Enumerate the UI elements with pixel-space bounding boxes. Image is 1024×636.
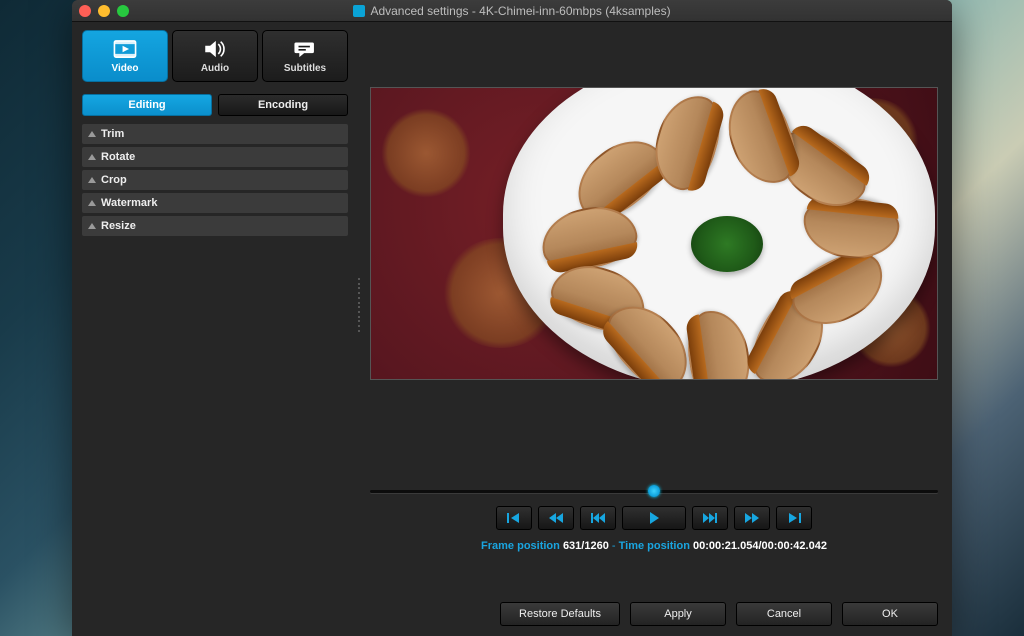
playback-status: Frame position 631/1260 - Time position … <box>370 540 938 552</box>
preview-area <box>370 87 938 380</box>
time-position-value: 00:00:21.054/00:00:42.042 <box>693 540 827 552</box>
play-icon <box>647 512 661 524</box>
window-title: Advanced settings - 4K-Chimei-inn-60mbps… <box>370 4 670 18</box>
step-back-icon <box>589 512 607 524</box>
cancel-button[interactable]: Cancel <box>736 602 832 626</box>
chevron-up-icon <box>88 131 96 137</box>
skip-end-icon <box>785 512 803 524</box>
time-position-label: Time position <box>619 540 690 552</box>
tab-audio[interactable]: Audio <box>172 30 258 82</box>
accordion-rotate[interactable]: Rotate <box>82 147 348 167</box>
frame-position-value: 631/1260 <box>563 540 609 552</box>
window-maximize-button[interactable] <box>117 5 129 17</box>
frame-position-label: Frame position <box>481 540 560 552</box>
window-close-button[interactable] <box>79 5 91 17</box>
tab-video[interactable]: Video <box>82 30 168 82</box>
fast-forward-button[interactable] <box>734 506 770 530</box>
accordion-resize[interactable]: Resize <box>82 216 348 236</box>
go-to-end-button[interactable] <box>776 506 812 530</box>
chevron-up-icon <box>88 154 96 160</box>
apply-button[interactable]: Apply <box>630 602 726 626</box>
dialog-footer: Restore Defaults Apply Cancel OK <box>500 602 938 626</box>
playback-controls <box>370 506 938 530</box>
tab-subtitles[interactable]: Subtitles <box>262 30 348 82</box>
timeline-thumb[interactable] <box>648 485 660 497</box>
skip-start-icon <box>505 512 523 524</box>
accordion: Trim Rotate Crop Watermark Resize <box>82 124 348 236</box>
sidebar: Video Audio Subtitles <box>72 22 358 636</box>
subtab-encoding[interactable]: Encoding <box>218 94 348 116</box>
accordion-label: Crop <box>101 174 127 186</box>
accordion-label: Resize <box>101 220 136 232</box>
ok-button[interactable]: OK <box>842 602 938 626</box>
window-body: Video Audio Subtitles <box>72 22 952 636</box>
accordion-trim[interactable]: Trim <box>82 124 348 144</box>
video-icon <box>112 38 138 60</box>
step-forward-button[interactable] <box>692 506 728 530</box>
rewind-icon <box>547 512 565 524</box>
subtab-editing[interactable]: Editing <box>82 94 212 116</box>
step-back-button[interactable] <box>580 506 616 530</box>
main-tab-row: Video Audio Subtitles <box>82 30 348 82</box>
sub-tab-row: Editing Encoding <box>82 94 348 116</box>
go-to-start-button[interactable] <box>496 506 532 530</box>
restore-defaults-button[interactable]: Restore Defaults <box>500 602 620 626</box>
audio-icon <box>202 38 228 60</box>
rewind-button[interactable] <box>538 506 574 530</box>
accordion-label: Watermark <box>101 197 157 209</box>
app-window: Advanced settings - 4K-Chimei-inn-60mbps… <box>72 0 952 636</box>
tab-audio-label: Audio <box>201 63 229 74</box>
tab-subtitles-label: Subtitles <box>284 63 326 74</box>
titlebar: Advanced settings - 4K-Chimei-inn-60mbps… <box>72 0 952 22</box>
chevron-up-icon <box>88 200 96 206</box>
chevron-up-icon <box>88 177 96 183</box>
main-panel: Frame position 631/1260 - Time position … <box>358 22 952 636</box>
step-forward-icon <box>701 512 719 524</box>
tab-video-label: Video <box>111 63 138 74</box>
play-button[interactable] <box>622 506 686 530</box>
timeline-scrubber[interactable] <box>370 486 938 496</box>
accordion-label: Rotate <box>101 151 135 163</box>
subtitles-icon <box>292 38 318 60</box>
status-separator: - <box>612 540 619 552</box>
fast-forward-icon <box>743 512 761 524</box>
window-minimize-button[interactable] <box>98 5 110 17</box>
accordion-crop[interactable]: Crop <box>82 170 348 190</box>
accordion-label: Trim <box>101 128 124 140</box>
chevron-up-icon <box>88 223 96 229</box>
app-icon <box>353 5 365 17</box>
accordion-watermark[interactable]: Watermark <box>82 193 348 213</box>
